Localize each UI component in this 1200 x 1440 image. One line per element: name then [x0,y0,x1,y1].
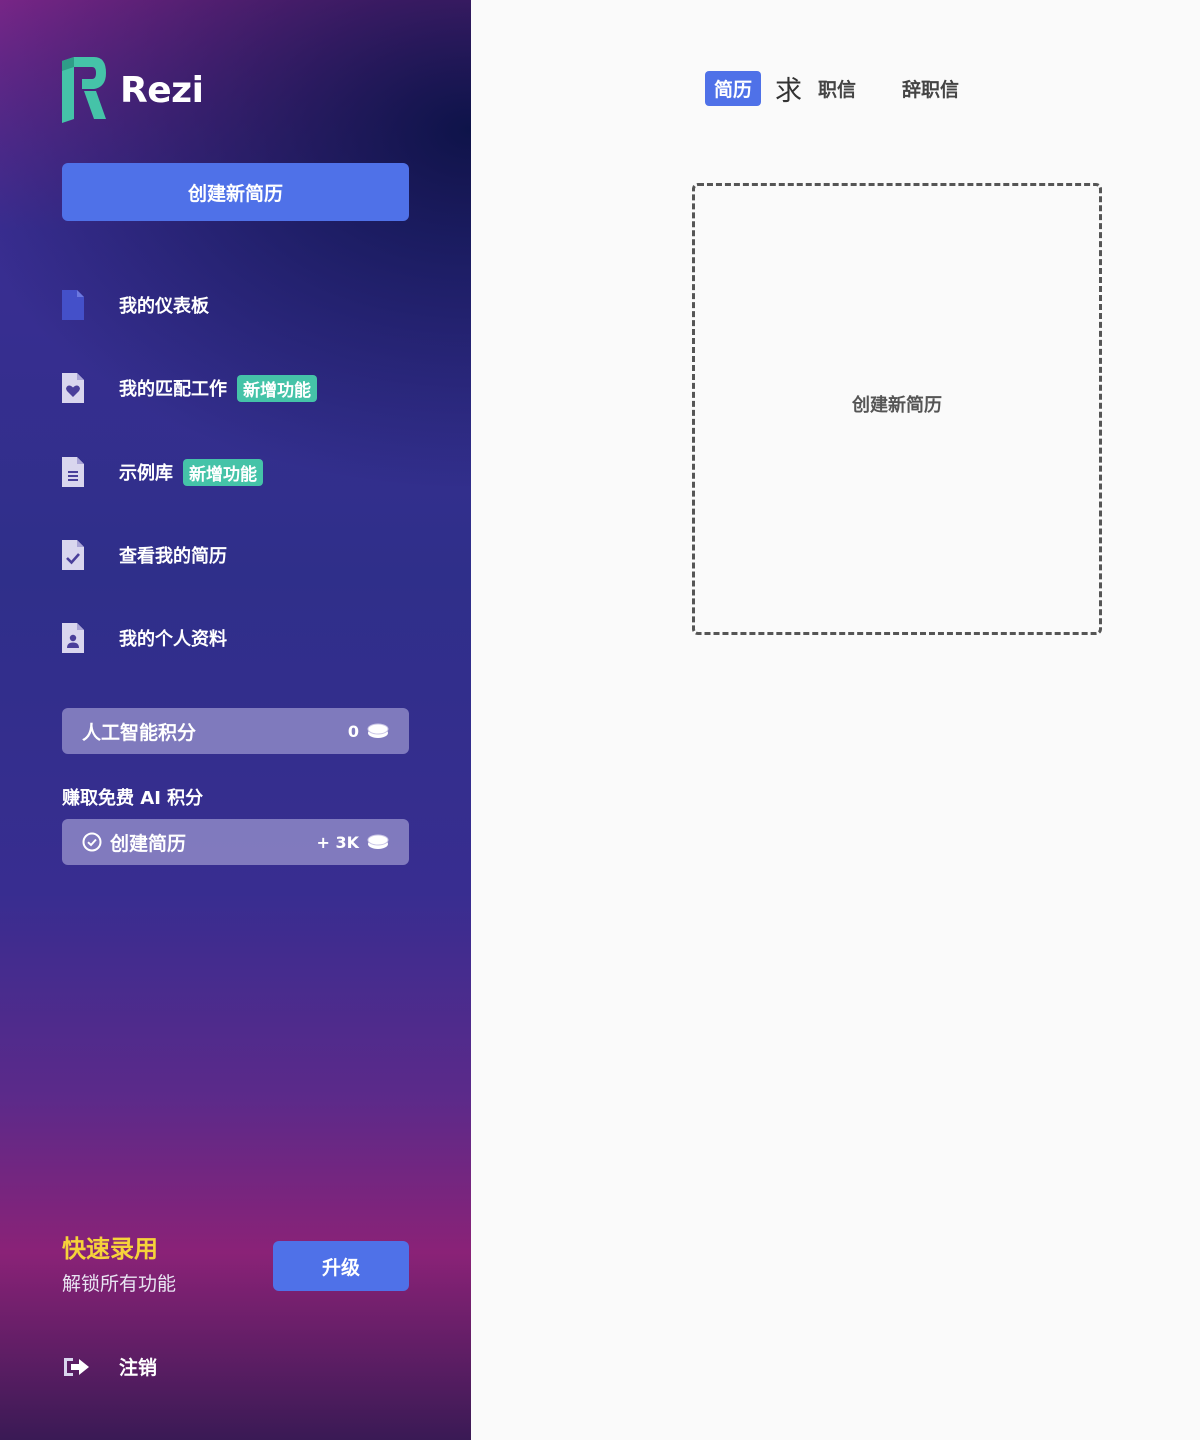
nav-label: 我的仪表板 [119,296,209,317]
upgrade-button[interactable]: 升级 [273,1241,409,1291]
earn-task-label: 创建简历 [110,832,187,855]
earn-credits-title: 赚取免费 AI 积分 [62,788,204,809]
earn-task: 创建简历 [82,829,186,856]
nav-item-view-resumes[interactable]: 查看我的简历 [62,535,227,575]
heart-document-icon [62,373,84,403]
nav-label: 示例库 [119,463,173,484]
logout-link[interactable]: 注销 [62,1353,157,1380]
promo-subtitle: 解锁所有功能 [62,1273,177,1295]
document-type-tabs: 简历 求 职信 辞职信 [705,69,959,108]
sidebar: Rezi 创建新简历 我的仪表板 我的匹配工作 新增功能 示例库 新增功能 查看… [0,0,471,1440]
check-circle-icon [82,832,102,852]
create-new-resume-label: 创建新简历 [852,395,942,416]
earn-task-reward-group: + 3K [316,833,389,852]
nav-item-profile[interactable]: 我的个人资料 [62,618,227,658]
coins-icon [367,723,389,738]
new-feature-badge: 新增功能 [237,374,317,402]
create-resume-button[interactable]: 创建新简历 [62,163,409,221]
check-document-icon [62,540,84,570]
document-icon [62,290,84,320]
ai-credits-balance: 0 [348,722,389,741]
logout-icon [64,1357,89,1376]
earn-task-create-resume[interactable]: 创建简历 + 3K [62,819,409,865]
tab-resume[interactable]: 简历 [705,70,762,106]
nav-label: 我的匹配工作 [119,379,227,400]
brand-logo[interactable]: Rezi [60,57,204,123]
ai-credits-box: 人工智能积分 0 [62,708,409,754]
earn-task-reward: + 3K [316,832,359,852]
promo-title: 快速录用 [62,1235,158,1263]
tab-seeking[interactable]: 求 [775,69,802,108]
new-feature-badge: 新增功能 [183,458,263,486]
ai-credits-label: 人工智能积分 [82,721,197,744]
nav-label: 我的个人资料 [119,629,227,650]
coins-icon [367,834,389,849]
nav-label: 查看我的简历 [119,546,227,567]
ai-credits-value: 0 [347,721,359,741]
profile-document-icon [62,623,84,653]
rezi-logo-icon [62,57,106,123]
tab-cover-letter[interactable]: 职信 [818,75,856,102]
create-new-resume-card[interactable]: 创建新简历 [692,183,1102,635]
nav-item-dashboard[interactable]: 我的仪表板 [62,285,209,325]
brand-name: Rezi [120,69,204,111]
tab-resignation-letter[interactable]: 辞职信 [902,75,959,102]
logout-label: 注销 [119,1357,158,1379]
nav-item-examples[interactable]: 示例库 新增功能 [62,452,263,492]
nav-item-matched-jobs[interactable]: 我的匹配工作 新增功能 [62,368,317,408]
list-document-icon [62,457,84,487]
